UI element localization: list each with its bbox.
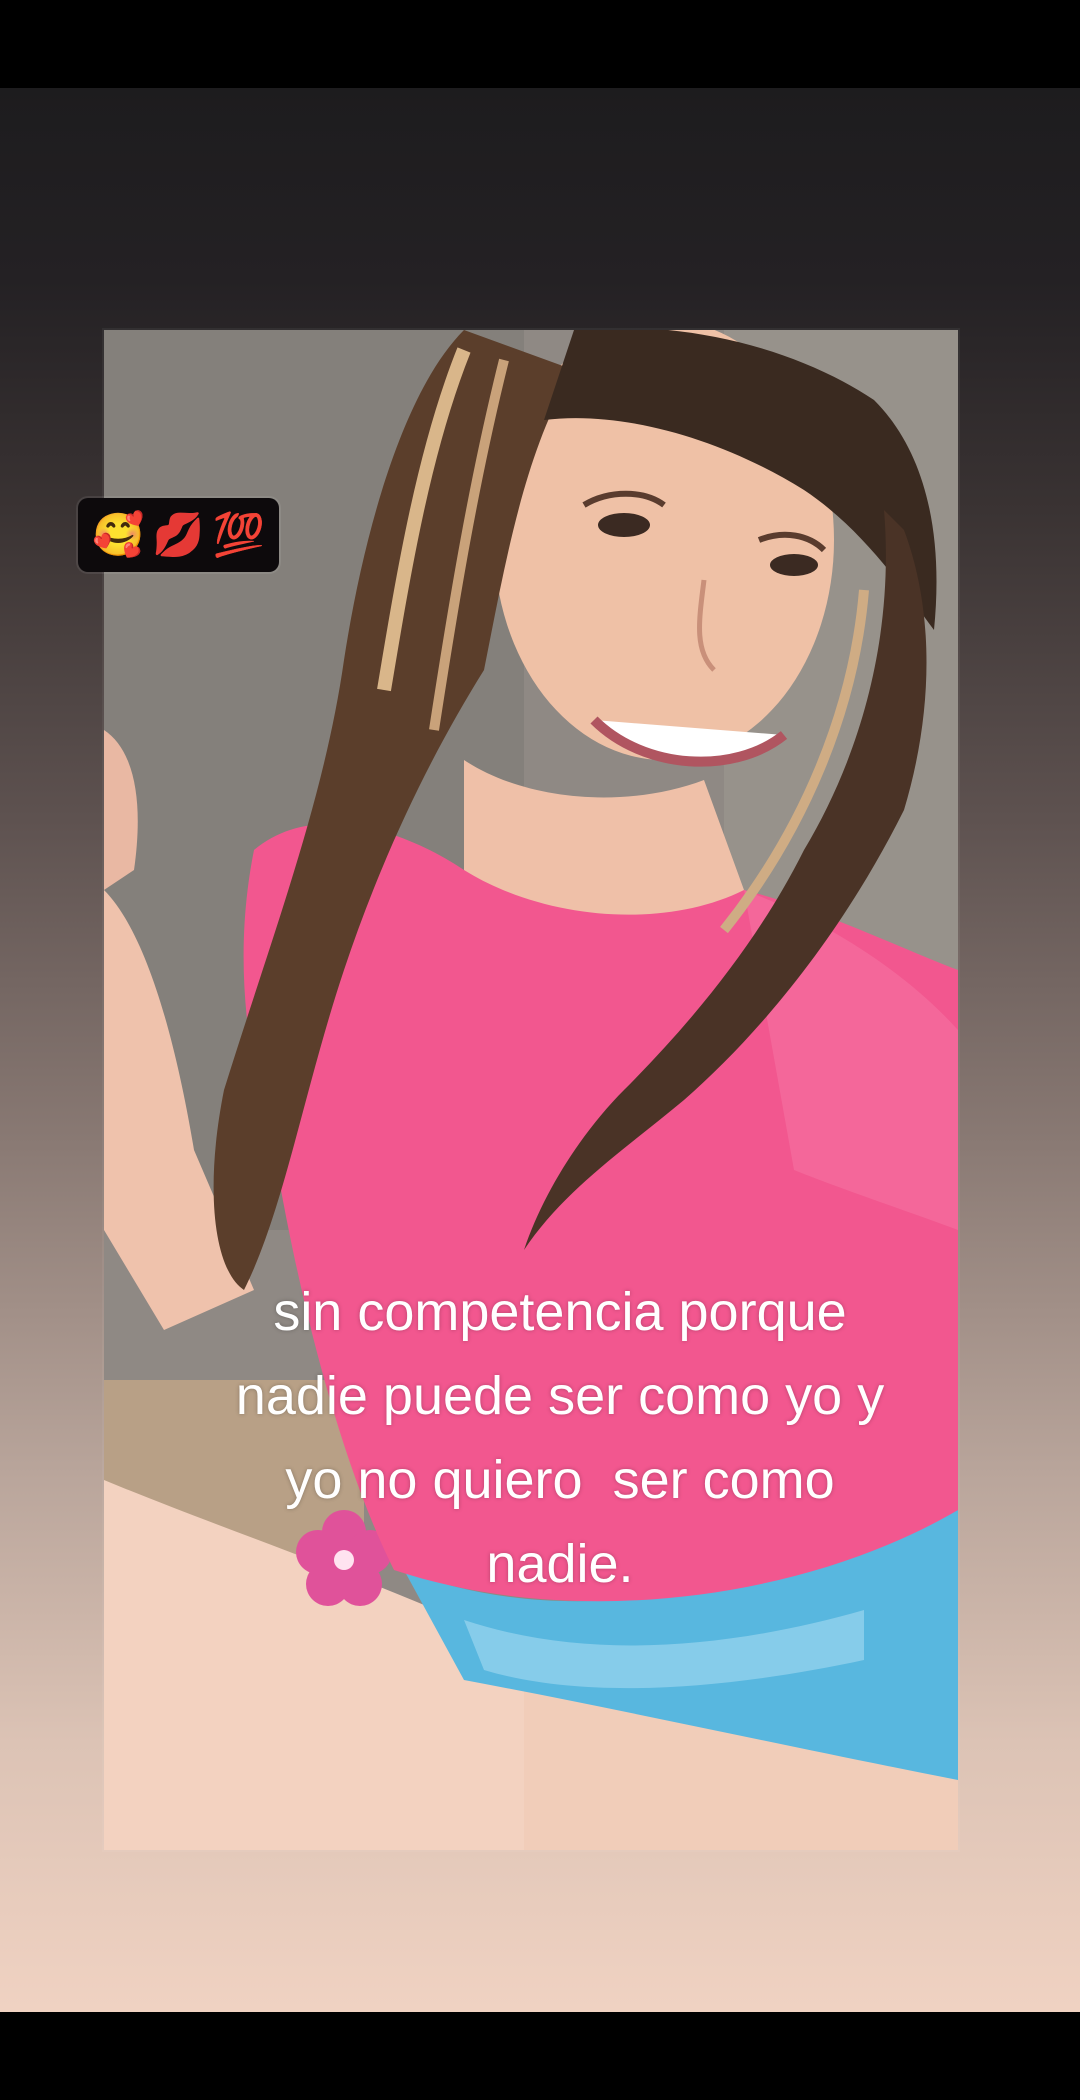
story-caption: sin competencia porque nadie puede ser c… <box>160 1270 960 1606</box>
caption-line: nadie. <box>486 1534 634 1594</box>
kiss-mark-icon: 💋 <box>152 510 205 559</box>
navigation-bar <box>0 2012 1080 2100</box>
hundred-points-icon: 💯 <box>212 510 265 559</box>
caption-line: yo no quiero ser como <box>285 1450 835 1510</box>
status-bar <box>0 0 1080 88</box>
emoji-sticker: 🥰 💋 💯 <box>78 498 279 572</box>
caption-line: nadie puede ser como yo y <box>235 1366 885 1426</box>
story-screen: 🥰 💋 💯 sin competencia porque nadie puede… <box>0 0 1080 2100</box>
caption-line: sin competencia porque <box>273 1282 847 1342</box>
smiling-face-with-hearts-icon: 🥰 <box>92 510 145 559</box>
